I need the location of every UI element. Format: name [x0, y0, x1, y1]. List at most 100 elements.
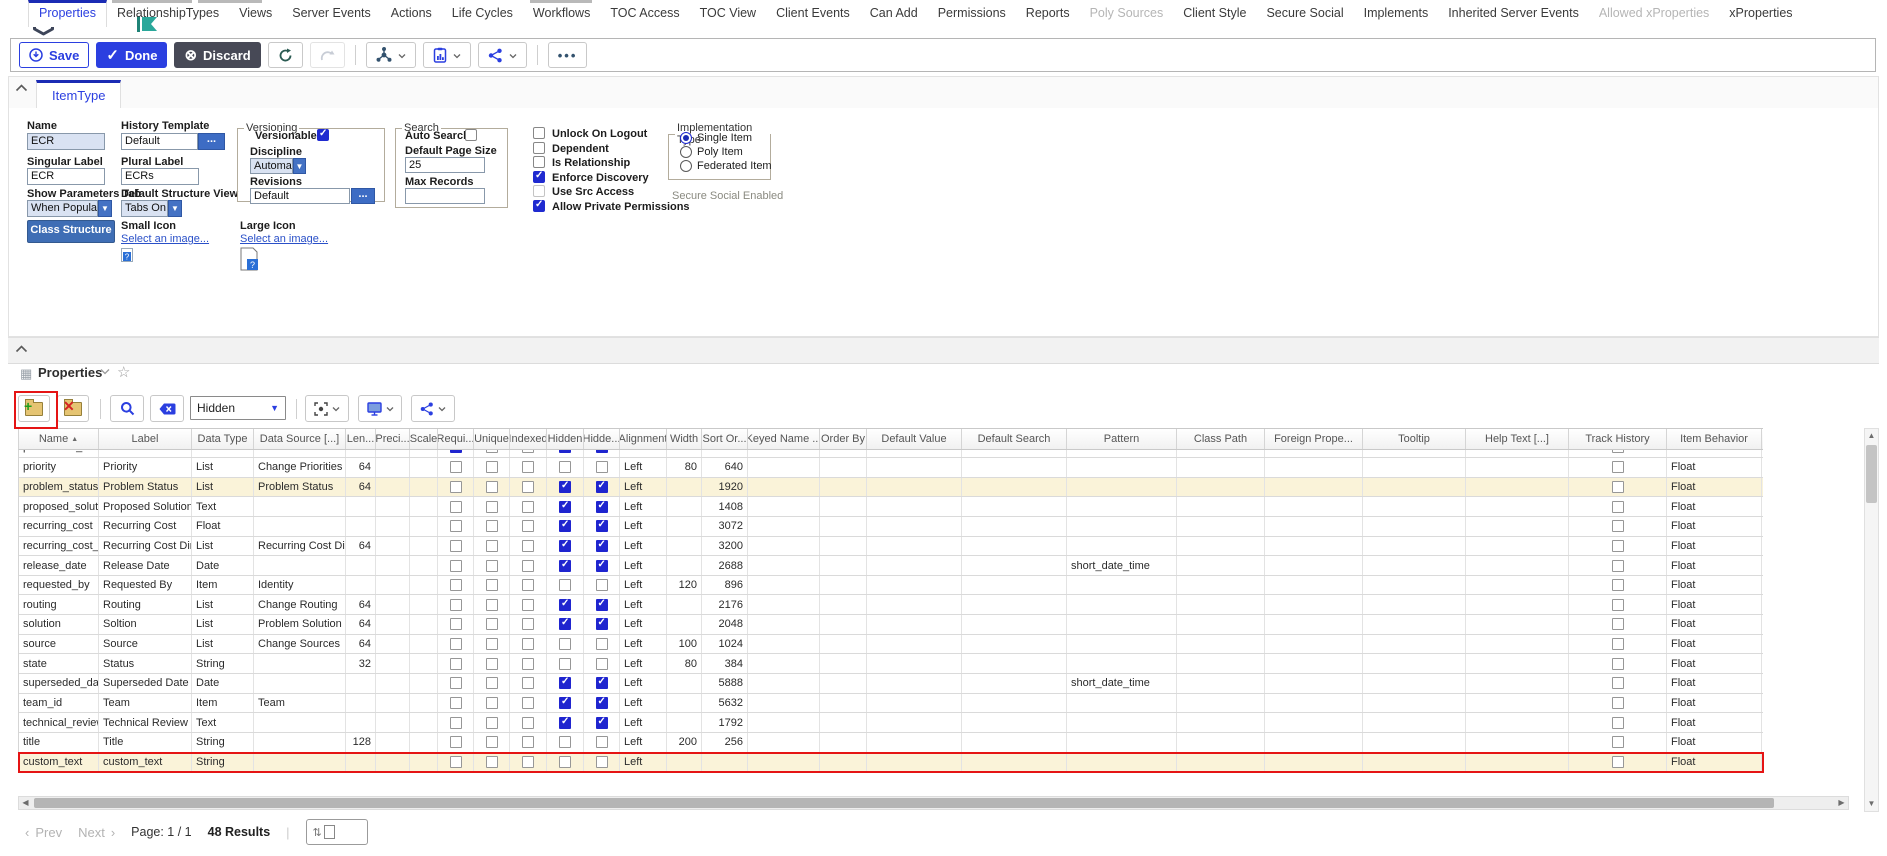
column-header-sort_order[interactable]: Sort Or...	[702, 429, 748, 449]
tab-toc-access[interactable]: TOC Access	[600, 0, 689, 27]
table-row[interactable]: requested_byRequested ByItemIdentityLeft…	[19, 576, 1763, 596]
grid-checkbox-indexed[interactable]	[522, 638, 534, 650]
grid-checkbox-indexed[interactable]	[522, 697, 534, 709]
next-page-button[interactable]: Next ›	[78, 825, 115, 840]
grid-checkbox-indexed[interactable]	[522, 736, 534, 748]
delete-property-button[interactable]: ✕	[57, 395, 89, 422]
grid-checkbox-hidden[interactable]	[559, 756, 571, 768]
table-row[interactable]: recurring_cost_direc...Recurring Cost Di…	[19, 537, 1763, 557]
plural-label-field[interactable]: ECRs	[121, 168, 199, 185]
grid-checkbox-required[interactable]	[450, 481, 462, 493]
grid-checkbox-unique[interactable]	[486, 560, 498, 572]
grid-checkbox-track_history[interactable]	[1612, 697, 1624, 709]
grid-share-button[interactable]	[411, 395, 455, 422]
column-header-alignment[interactable]: Alignment	[620, 429, 667, 449]
table-row[interactable]: custom_textcustom_textStringLeftFloat	[19, 753, 1763, 773]
tab-toc-view[interactable]: TOC View	[690, 0, 767, 27]
grid-checkbox-indexed[interactable]	[522, 618, 534, 630]
column-header-keyed_name[interactable]: Keyed Name ...	[748, 429, 820, 449]
more-actions-button[interactable]: •••	[548, 42, 588, 68]
select-scope-button[interactable]	[305, 395, 349, 422]
grid-checkbox-hidden[interactable]	[559, 618, 571, 630]
grid-checkbox-required[interactable]	[450, 579, 462, 591]
grid-checkbox-hidden[interactable]	[559, 481, 571, 493]
save-button[interactable]: Save	[19, 42, 89, 68]
grid-checkbox-track_history[interactable]	[1612, 540, 1624, 552]
table-row[interactable]: team_idTeamItemTeamLeft5632Float	[19, 694, 1763, 714]
revisions-picker-button[interactable]: ...	[351, 188, 375, 204]
table-row[interactable]: problem_statusProblem StatusListProblem …	[19, 478, 1763, 498]
hidden-filter-select[interactable]: Hidden ▼	[190, 396, 286, 420]
grid-checkbox-unique[interactable]	[486, 481, 498, 493]
scroll-left-arrow[interactable]: ◀	[19, 797, 32, 809]
flag-checkbox-use-src-access[interactable]	[533, 185, 545, 197]
grid-checkbox-unique[interactable]	[486, 717, 498, 729]
grid-checkbox-hidden2[interactable]	[596, 520, 608, 532]
column-header-data_source[interactable]: Data Source [...]	[254, 429, 346, 449]
column-header-indexed[interactable]: Indexed	[510, 429, 547, 449]
grid-checkbox-hidden2[interactable]	[596, 658, 608, 670]
flag-checkbox-unlock-on-logout[interactable]	[533, 127, 545, 139]
grid-checkbox-hidden2[interactable]	[596, 461, 608, 473]
grid-checkbox-track_history[interactable]	[1612, 677, 1624, 689]
column-header-default_value[interactable]: Default Value	[867, 429, 962, 449]
history-template-picker-button[interactable]: ...	[198, 133, 225, 150]
grid-checkbox-hidden2[interactable]	[596, 501, 608, 513]
grid-checkbox-hidden[interactable]	[559, 697, 571, 709]
grid-checkbox-required[interactable]	[450, 717, 462, 729]
name-field[interactable]: ECR	[27, 133, 105, 150]
grid-checkbox-unique[interactable]	[486, 450, 498, 453]
grid-checkbox-hidden2[interactable]	[596, 560, 608, 572]
history-template-field[interactable]: Default	[121, 133, 198, 150]
grid-checkbox-track_history[interactable]	[1612, 658, 1624, 670]
grid-checkbox-hidden[interactable]	[559, 450, 571, 453]
tab-actions[interactable]: Actions	[381, 0, 442, 27]
grid-checkbox-indexed[interactable]	[522, 520, 534, 532]
grid-checkbox-indexed[interactable]	[522, 717, 534, 729]
column-header-len[interactable]: Len...	[346, 429, 376, 449]
grid-checkbox-hidden[interactable]	[559, 658, 571, 670]
table-row[interactable]: release_dateRelease DateDateLeft2688shor…	[19, 556, 1763, 576]
tab-relationshiptypes[interactable]: RelationshipTypes	[107, 0, 229, 27]
column-header-name[interactable]: Name▲	[19, 429, 99, 449]
tab-server-events[interactable]: Server Events	[282, 0, 381, 27]
grid-checkbox-required[interactable]	[450, 540, 462, 552]
grid-checkbox-track_history[interactable]	[1612, 501, 1624, 513]
discard-button[interactable]: ⊗ Discard	[174, 42, 260, 68]
flag-checkbox-allow-private-permissions[interactable]	[533, 200, 545, 212]
small-icon-preview[interactable]: ?	[121, 248, 133, 262]
grid-checkbox-indexed[interactable]	[522, 481, 534, 493]
grid-checkbox-indexed[interactable]	[522, 677, 534, 689]
grid-checkbox-required[interactable]	[450, 450, 462, 453]
grid-checkbox-unique[interactable]	[486, 579, 498, 591]
table-row[interactable]: proposed_solutionProposed SolutionTextLe…	[19, 497, 1763, 517]
grid-checkbox-unique[interactable]	[486, 461, 498, 473]
grid-checkbox-track_history[interactable]	[1612, 450, 1624, 453]
max-records-field[interactable]	[405, 188, 485, 204]
discipline-dropdown-arrow[interactable]: ▼	[293, 158, 306, 174]
tab-workflows[interactable]: Workflows	[523, 0, 600, 27]
grid-checkbox-required[interactable]	[450, 501, 462, 513]
clear-search-button[interactable]	[150, 395, 184, 422]
done-button[interactable]: ✓ Done	[96, 42, 167, 68]
grid-checkbox-hidden[interactable]	[559, 540, 571, 552]
scroll-up-arrow[interactable]: ▲	[1865, 429, 1878, 443]
grid-checkbox-hidden[interactable]	[559, 560, 571, 572]
grid-checkbox-required[interactable]	[450, 736, 462, 748]
table-row[interactable]: stateStatusString32Left80384Float	[19, 654, 1763, 674]
column-header-pattern[interactable]: Pattern	[1067, 429, 1177, 449]
grid-checkbox-unique[interactable]	[486, 540, 498, 552]
grid-checkbox-indexed[interactable]	[522, 599, 534, 611]
grid-checkbox-track_history[interactable]	[1612, 461, 1624, 473]
table-row[interactable]: sourceSourceListChange Sources64Left1001…	[19, 635, 1763, 655]
prev-page-button[interactable]: ‹ Prev	[25, 825, 62, 840]
grid-checkbox-unique[interactable]	[486, 756, 498, 768]
tab-xproperties[interactable]: xProperties	[1719, 0, 1802, 27]
grid-checkbox-unique[interactable]	[486, 677, 498, 689]
tab-client-style[interactable]: Client Style	[1173, 0, 1256, 27]
grid-checkbox-track_history[interactable]	[1612, 520, 1624, 532]
structure-menu-button[interactable]	[366, 42, 416, 68]
grid-checkbox-track_history[interactable]	[1612, 756, 1624, 768]
tab-client-events[interactable]: Client Events	[766, 0, 860, 27]
grid-checkbox-hidden[interactable]	[559, 736, 571, 748]
